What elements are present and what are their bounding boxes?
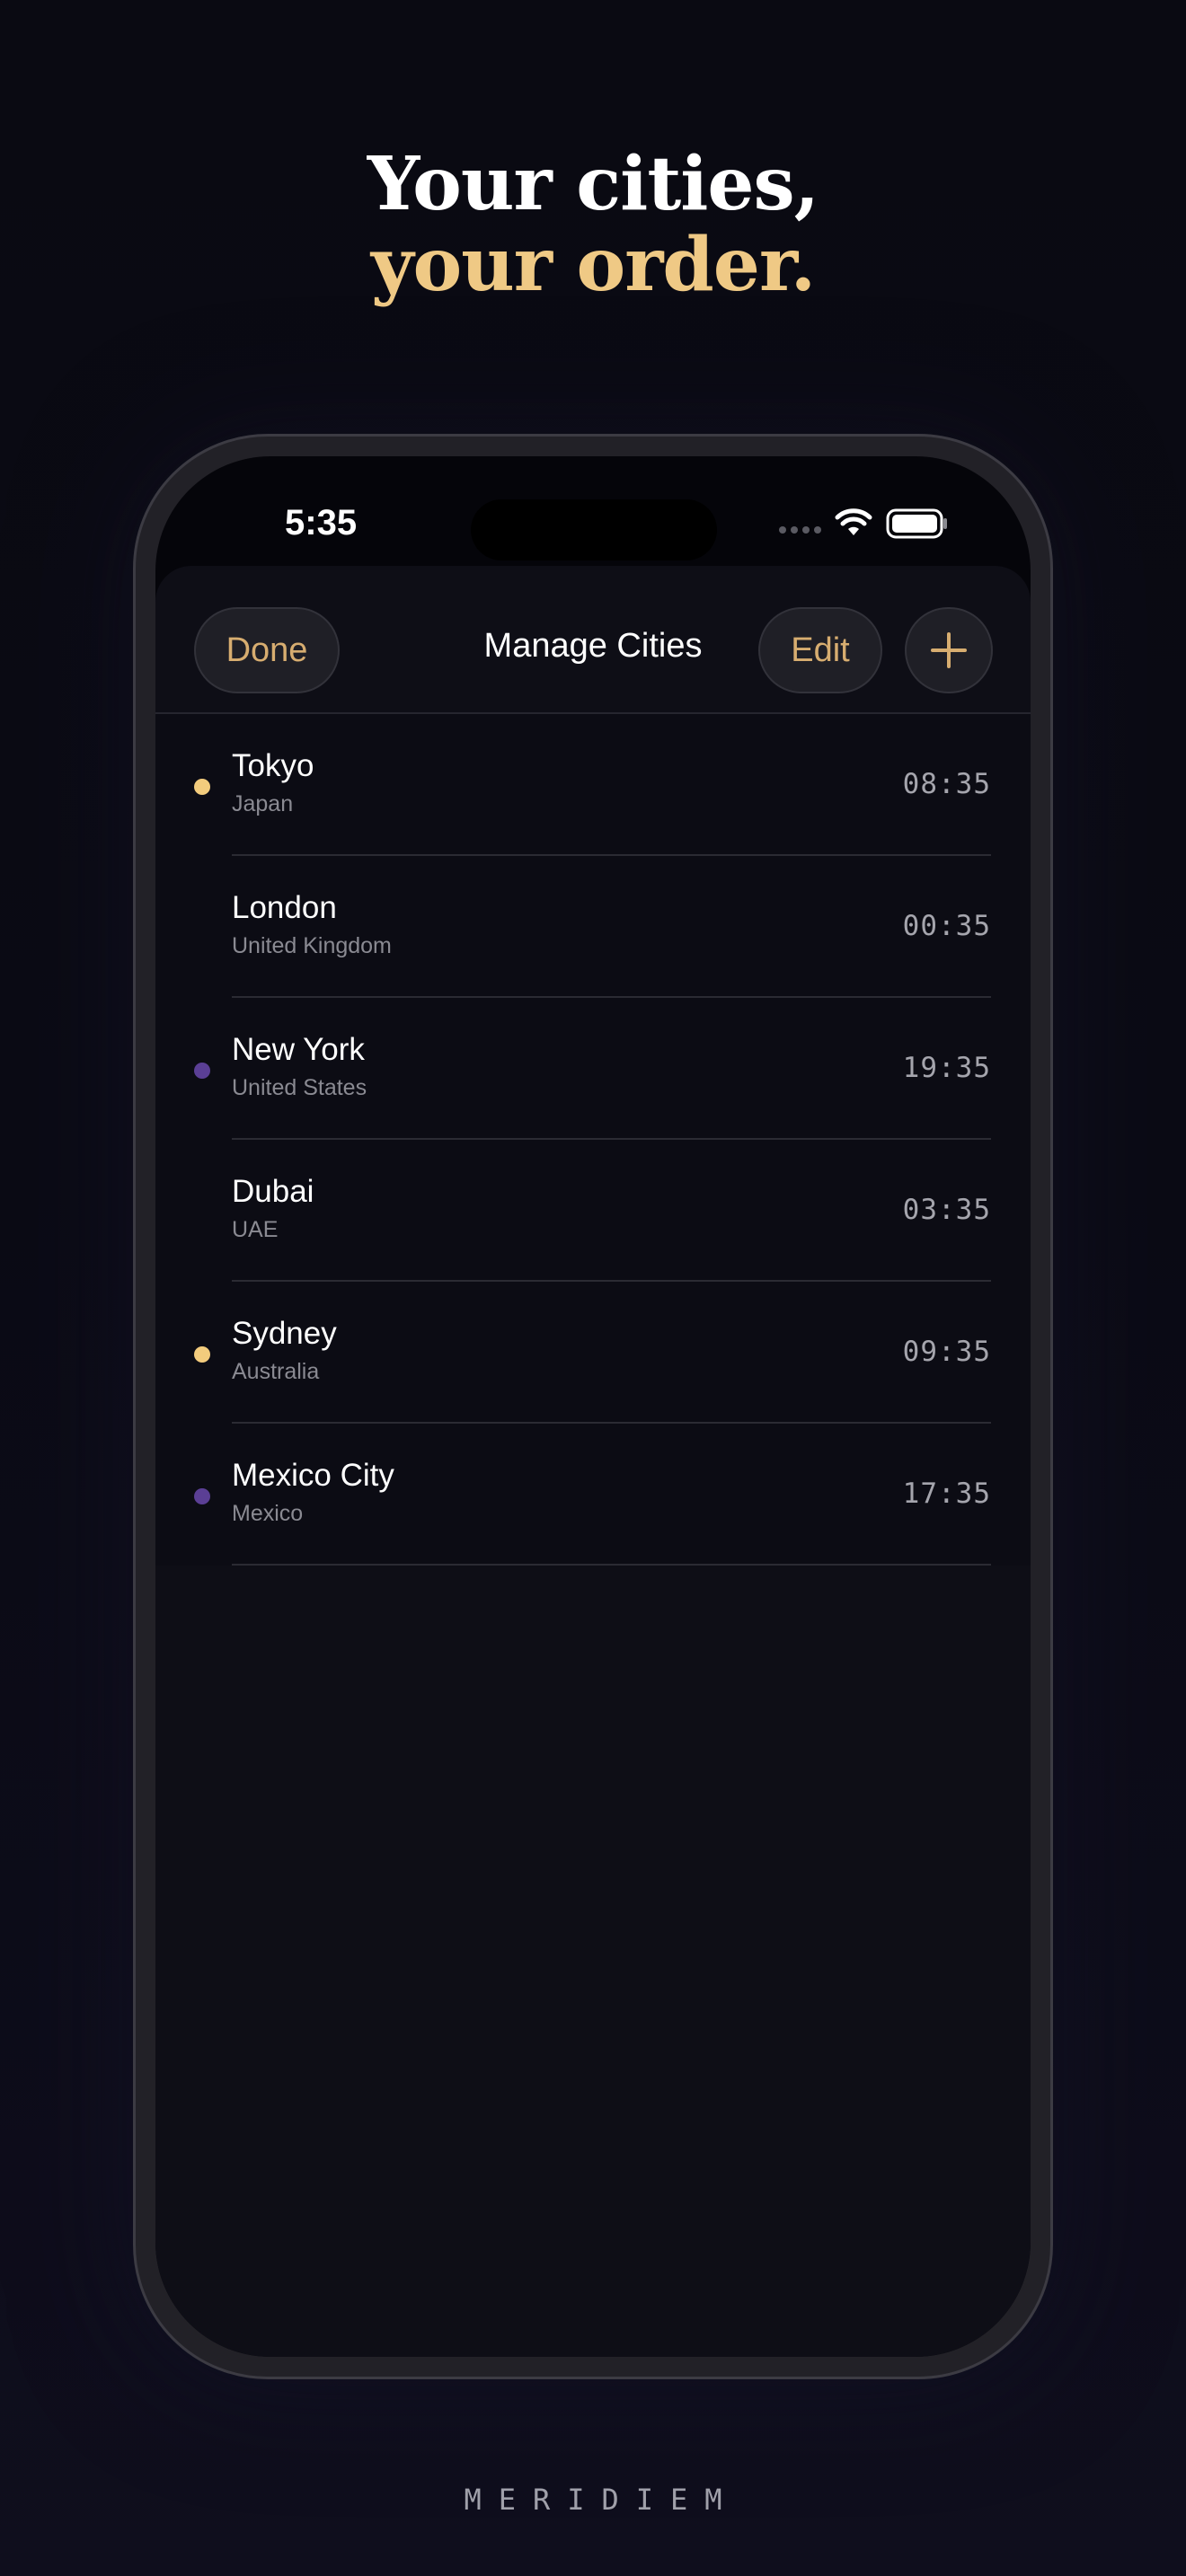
city-name: Sydney [232, 1316, 337, 1351]
headline-line-1: Your cities, [367, 141, 819, 227]
country-name: Australia [232, 1359, 320, 1384]
plus-icon [931, 632, 967, 668]
night-indicator-dot [194, 1488, 210, 1504]
manage-cities-sheet: Done Manage Cities Edit Tokyo Japan 08:3… [155, 566, 1031, 2357]
divider [232, 1564, 991, 1566]
dynamic-island [471, 499, 717, 560]
night-indicator-dot [194, 1063, 210, 1079]
city-name: Dubai [232, 1174, 314, 1209]
status-time: 5:35 [285, 503, 358, 543]
list-item[interactable]: Sydney Australia 09:35 [155, 1282, 1031, 1424]
list-item[interactable]: Tokyo Japan 08:35 [155, 714, 1031, 856]
navigation-bar: Done Manage Cities Edit [155, 566, 1031, 710]
list-item[interactable]: Mexico City Mexico 17:35 [155, 1424, 1031, 1566]
headline: Your cities, your order. [0, 144, 1186, 305]
city-name: New York [232, 1032, 365, 1067]
country-name: UAE [232, 1217, 279, 1242]
headline-line-2: your order. [370, 222, 816, 308]
city-time: 00:35 [902, 910, 991, 942]
wifi-icon [835, 508, 872, 535]
country-name: United Kingdom [232, 933, 392, 958]
day-indicator-dot [194, 779, 210, 795]
city-name: London [232, 890, 337, 925]
phone-frame: 5:35 Done Manage Cities Edit Tokyo Japan… [133, 434, 1053, 2379]
country-name: Japan [232, 791, 294, 816]
day-indicator-dot [194, 1346, 210, 1363]
list-item[interactable]: London United Kingdom 00:35 [155, 856, 1031, 998]
city-time: 03:35 [902, 1194, 991, 1226]
status-bar: 5:35 [155, 456, 1031, 573]
country-name: United States [232, 1075, 367, 1100]
phone-screen: 5:35 Done Manage Cities Edit Tokyo Japan… [155, 456, 1031, 2357]
signal-icon [779, 526, 821, 534]
country-name: Mexico [232, 1501, 304, 1526]
brand-wordmark: MERIDIEM [464, 2483, 739, 2517]
add-city-button[interactable] [905, 607, 993, 693]
edit-button[interactable]: Edit [758, 607, 882, 693]
list-item[interactable]: Dubai UAE 03:35 [155, 1140, 1031, 1282]
city-time: 19:35 [902, 1052, 991, 1084]
city-time: 09:35 [902, 1336, 991, 1368]
nav-title: Manage Cities [483, 627, 703, 665]
city-time: 08:35 [902, 768, 991, 800]
city-list: Tokyo Japan 08:35 London United Kingdom … [155, 712, 1031, 1566]
battery-icon [886, 508, 947, 539]
city-name: Mexico City [232, 1458, 394, 1493]
list-item[interactable]: New York United States 19:35 [155, 998, 1031, 1140]
city-time: 17:35 [902, 1478, 991, 1510]
city-name: Tokyo [232, 748, 314, 783]
